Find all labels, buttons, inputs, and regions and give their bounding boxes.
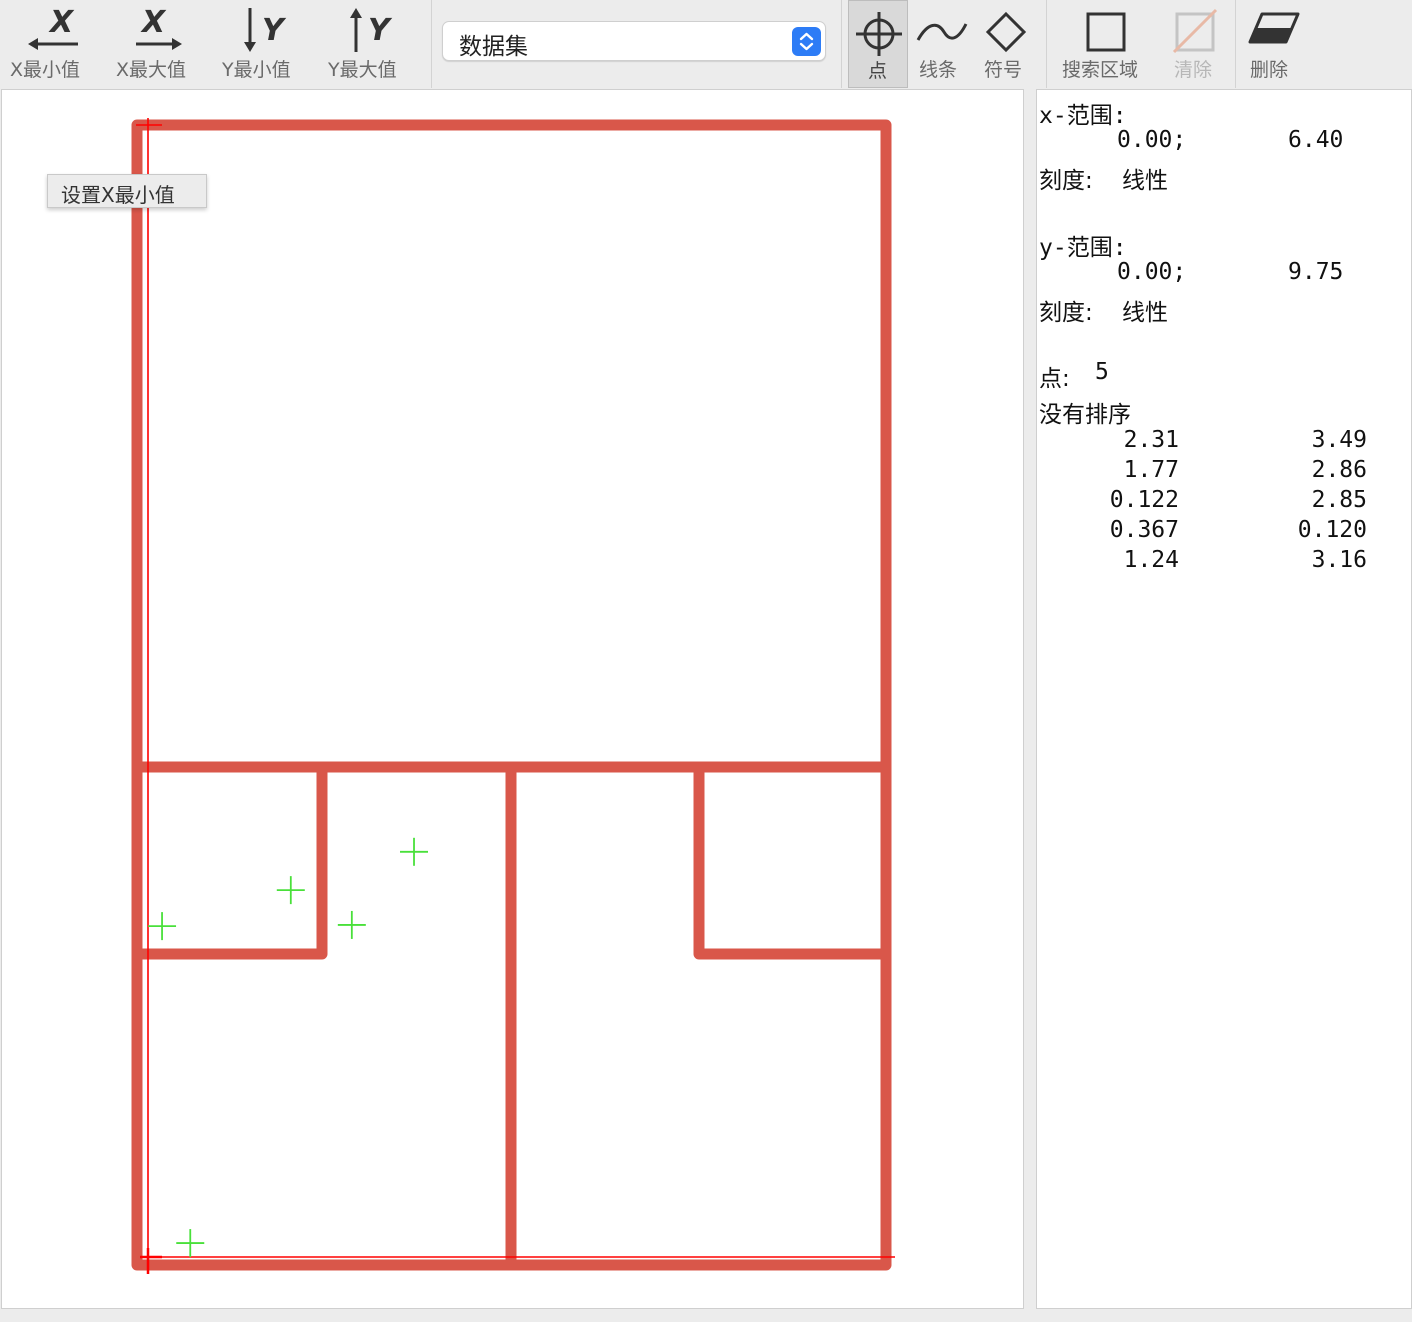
point-x[interactable]: 1.77 (1039, 457, 1179, 483)
data-point-marker[interactable] (176, 1229, 205, 1258)
line-mode-button[interactable]: 线条 (912, 0, 972, 88)
x-max-arrow-icon: X (136, 5, 182, 50)
point-mode-label: 点 (868, 60, 888, 82)
point-y[interactable]: 3.16 (1227, 547, 1367, 573)
square-icon (1086, 12, 1126, 52)
floor-plan-walls (131, 119, 892, 1271)
x-range-label: x-范围: (1039, 103, 1127, 129)
eraser-icon (1248, 12, 1300, 44)
data-point-marker[interactable] (337, 910, 366, 939)
points-count-label: 点: (1039, 366, 1070, 392)
room-wall-right (693, 767, 886, 960)
svg-text:Y: Y (368, 13, 393, 48)
y-max-arrow-icon: Y (350, 8, 393, 52)
x-range-min: 0.00; (1117, 127, 1187, 153)
wave-line-icon (916, 23, 968, 41)
data-point-markers (148, 837, 429, 1258)
point-x[interactable]: 2.31 (1039, 427, 1179, 453)
point-x[interactable]: 0.367 (1039, 517, 1179, 543)
symbol-mode-button[interactable]: 符号 (976, 0, 1036, 88)
svg-text:X: X (140, 5, 167, 40)
plot-canvas[interactable]: 设置X最小值 (1, 89, 1024, 1309)
point-x[interactable]: 0.122 (1039, 487, 1179, 513)
points-count: 5 (1095, 359, 1109, 385)
clear-square-slash-icon (1172, 8, 1218, 54)
crosshair-icon (856, 12, 902, 56)
plot-image (131, 118, 895, 1274)
data-point-marker[interactable] (276, 876, 305, 905)
y-max-button[interactable]: Y Y最大值 (324, 0, 420, 88)
search-area-button[interactable]: 搜索区域 (1054, 0, 1158, 88)
data-point-marker[interactable] (148, 912, 177, 941)
point-y[interactable]: 3.49 (1227, 427, 1367, 453)
y-range-min: 0.00; (1117, 259, 1187, 285)
y-min-button[interactable]: Y Y最小值 (218, 0, 314, 88)
point-y[interactable]: 2.86 (1227, 457, 1367, 483)
y-max-label: Y最大值 (328, 59, 397, 81)
x-min-label: X最小值 (10, 59, 81, 81)
data-point-marker[interactable] (400, 837, 429, 866)
symbol-mode-label: 符号 (984, 59, 1023, 81)
toolbar-separator (841, 0, 842, 88)
x-min-button[interactable]: X X最小值 (6, 0, 102, 88)
chevron-up-down-icon (792, 27, 821, 56)
x-min-arrow-icon: X (28, 5, 78, 50)
toolbar-separator (1235, 0, 1236, 88)
toolbar-separator (431, 0, 432, 88)
x-range-max: 6.40 (1288, 127, 1344, 153)
y-min-arrow-icon: Y (244, 8, 287, 52)
y-range-max: 9.75 (1288, 259, 1344, 285)
point-y[interactable]: 0.120 (1227, 517, 1367, 543)
toolbar-separator (1046, 0, 1047, 88)
delete-button[interactable]: 删除 (1240, 0, 1306, 88)
point-mode-button[interactable]: 点 (848, 0, 908, 88)
tooltip: 设置X最小值 (47, 174, 207, 208)
y-scale-label: 刻度: (1039, 300, 1093, 326)
y-scale-value: 线性 (1122, 300, 1168, 326)
x-scale-label: 刻度: (1039, 168, 1093, 194)
x-max-label: X最大值 (116, 59, 187, 81)
y-range-label: y-范围: (1039, 235, 1127, 261)
svg-text:Y: Y (262, 13, 287, 48)
dataset-select-value: 数据集 (459, 34, 528, 60)
line-mode-label: 线条 (919, 59, 958, 81)
point-y[interactable]: 2.85 (1227, 487, 1367, 513)
toolbar: X X最小值 X X最大值 Y Y最小值 Y Y最大值 数据集 点 线条 符号 … (0, 0, 1412, 88)
status-bar (0, 1309, 1412, 1322)
delete-label: 删除 (1250, 59, 1289, 81)
dataset-select[interactable]: 数据集 (442, 21, 826, 61)
clear-button[interactable]: 清除 (1162, 0, 1228, 88)
search-area-label: 搜索区域 (1062, 59, 1139, 81)
svg-text:X: X (48, 5, 75, 40)
x-scale-value: 线性 (1122, 168, 1168, 194)
clear-label: 清除 (1174, 59, 1213, 81)
sort-status: 没有排序 (1039, 402, 1131, 428)
diamond-icon (985, 11, 1027, 53)
point-x[interactable]: 1.24 (1039, 547, 1179, 573)
x-max-button[interactable]: X X最大值 (112, 0, 208, 88)
info-panel: x-范围: 0.00; 6.40 刻度: 线性 y-范围: 0.00; 9.75… (1036, 89, 1412, 1309)
y-min-label: Y最小值 (222, 59, 291, 81)
